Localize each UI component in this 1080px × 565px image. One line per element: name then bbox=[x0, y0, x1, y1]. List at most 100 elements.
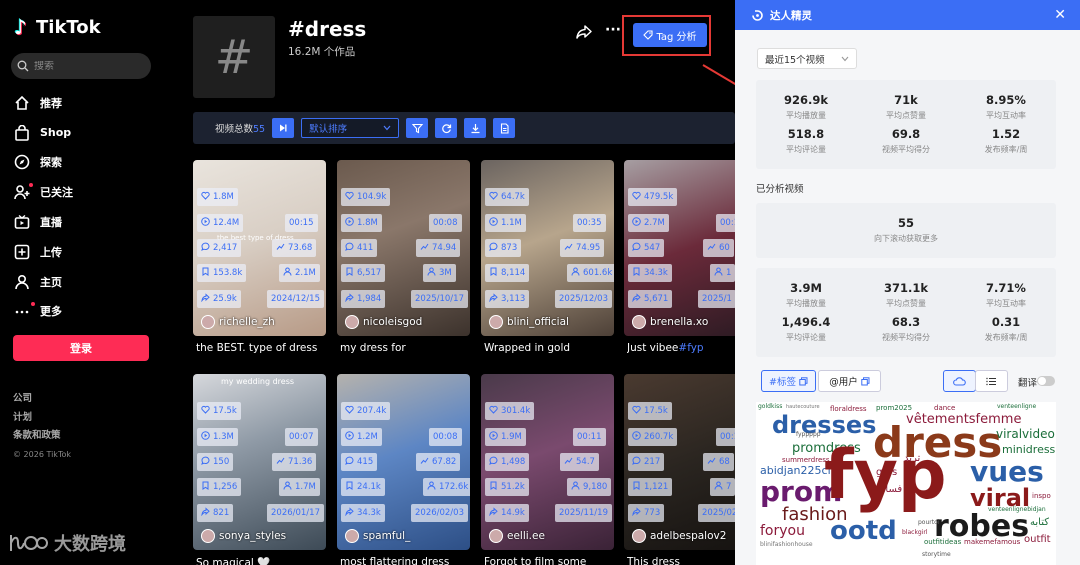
list-view-button[interactable] bbox=[975, 370, 1008, 392]
video-caption[interactable]: So magical 🤍 bbox=[196, 556, 331, 565]
search-box[interactable] bbox=[11, 53, 151, 79]
video-author[interactable]: eelli.ee bbox=[489, 529, 545, 543]
cloud-word[interactable]: vues bbox=[970, 458, 1044, 486]
nav-item-more[interactable]: 更多 bbox=[14, 297, 154, 327]
tag-title: #dress bbox=[288, 17, 367, 41]
video-caption[interactable]: the BEST. type of dress bbox=[196, 342, 331, 354]
video-author[interactable]: blini_official bbox=[489, 315, 569, 329]
footer-link-terms[interactable]: 条款和政策 bbox=[13, 427, 71, 446]
cloud-word[interactable]: summerdress bbox=[782, 457, 830, 464]
nav-item-upload[interactable]: 上传 bbox=[14, 237, 154, 267]
play-icon bbox=[201, 217, 210, 229]
video-caption[interactable]: most flattering dress bbox=[340, 556, 475, 565]
video-caption[interactable]: This dress bbox=[627, 556, 737, 565]
sort-select[interactable]: 默认排序 bbox=[301, 118, 400, 138]
video-author[interactable]: nicoleisgod bbox=[345, 315, 422, 329]
cloud-word[interactable]: venteenligne bbox=[997, 404, 1036, 410]
like-icon bbox=[345, 405, 354, 417]
nav-item-following[interactable]: 已关注 bbox=[14, 177, 154, 207]
share-icon bbox=[489, 507, 498, 519]
video-caption[interactable]: Forgot to film some bbox=[484, 556, 619, 565]
skip-button[interactable] bbox=[272, 118, 295, 138]
caption-hashtag[interactable]: #fyp bbox=[678, 342, 703, 354]
cloud-word[interactable]: outfit bbox=[1024, 535, 1051, 545]
share-icon bbox=[345, 293, 354, 305]
login-button[interactable]: 登录 bbox=[13, 335, 149, 361]
user-icon bbox=[427, 267, 436, 279]
video-card[interactable]: 207.4k 1.2M 00:08 415 67.82 24.1k 172.6k 34.3k 2… bbox=[337, 374, 470, 550]
translate-toggle[interactable] bbox=[1037, 376, 1055, 386]
cloud-word[interactable]: dance bbox=[934, 405, 955, 412]
video-author[interactable]: spamful_ bbox=[345, 529, 410, 543]
nav-item-explore[interactable]: 探索 bbox=[14, 148, 154, 178]
video-author[interactable]: brenella.xo bbox=[632, 315, 708, 329]
cloud-word[interactable]: blinifashionhouse bbox=[760, 542, 813, 548]
summary-grid: 926.9k 平均播放量 71k 平均点赞量 8.95% 平均互动率 518.8 平均评论量 6… bbox=[756, 80, 1056, 169]
video-caption[interactable]: my dress for bbox=[340, 342, 475, 354]
cloud-word[interactable]: ootd bbox=[830, 518, 897, 544]
share-icon[interactable] bbox=[575, 24, 593, 44]
cloud-word[interactable]: hautecouture bbox=[786, 405, 820, 410]
cloud-word[interactable]: foryou bbox=[760, 524, 805, 538]
video-card[interactable]: my wedding dress 17.5k 1.3M 00:07 150 71.36 1,… bbox=[193, 374, 326, 550]
stat-value: 1,496.4 bbox=[781, 315, 831, 329]
video-card[interactable]: 104.9k 1.8M 00:08 411 74.94 6,517 3M 1,984 2025/… bbox=[337, 160, 470, 336]
video-author[interactable]: sonya_styles bbox=[201, 529, 286, 543]
video-score: 68 bbox=[703, 453, 734, 471]
cloud-word[interactable]: goldkiss bbox=[758, 404, 782, 410]
author-name: richelle_zh bbox=[219, 316, 275, 328]
comment-icon bbox=[345, 242, 354, 254]
video-score: 74.94 bbox=[416, 239, 461, 257]
tab-users-label: @用户 bbox=[829, 377, 858, 388]
cloud-word[interactable]: dresses bbox=[772, 413, 876, 437]
refresh-icon bbox=[441, 123, 451, 133]
nav-item-live[interactable]: 直播 bbox=[14, 207, 154, 237]
cloud-word[interactable]: blackgirl bbox=[902, 530, 928, 536]
video-total-count: 55 bbox=[253, 124, 266, 135]
stat-cell: 69.8 视频平均得分 bbox=[856, 127, 956, 155]
video-card[interactable]: the best type of dress 1.8M 12.4M 00:15 2,41… bbox=[193, 160, 326, 336]
cloud-word[interactable]: makemefamous bbox=[964, 539, 1020, 546]
nav-item-foryou[interactable]: 推荐 bbox=[14, 88, 154, 118]
cloud-word[interactable]: storytime bbox=[922, 552, 951, 558]
download-button[interactable] bbox=[464, 118, 487, 138]
close-icon[interactable]: ✕ bbox=[1054, 7, 1066, 23]
stat-cell: 1.52 发布频率/周 bbox=[956, 127, 1056, 155]
avatar bbox=[632, 315, 646, 329]
nav-item-shop[interactable]: Shop bbox=[14, 118, 154, 148]
filter-button[interactable] bbox=[406, 118, 429, 138]
export-button[interactable] bbox=[493, 118, 516, 138]
cloud-word[interactable]: minidress bbox=[1002, 444, 1055, 455]
cloud-view-button[interactable] bbox=[943, 370, 976, 392]
video-caption[interactable]: Just vibee#fyp bbox=[627, 342, 737, 354]
cloud-word[interactable]: outfitideas bbox=[924, 539, 961, 546]
cloud-word[interactable]: fyp bbox=[824, 442, 947, 510]
search-input[interactable] bbox=[34, 60, 134, 72]
cloud-word[interactable]: prom2025 bbox=[876, 405, 912, 412]
cloud-word[interactable]: كتابه bbox=[1030, 518, 1049, 528]
video-card[interactable]: 301.4k 1.9M 00:11 1,498 54.7 51.2k 9,180 14.9k 2… bbox=[481, 374, 614, 550]
video-card[interactable]: 64.7k 1.1M 00:35 873 74.95 8,114 601.6k 3,113 20… bbox=[481, 160, 614, 336]
tiktok-logo[interactable]: TikTok bbox=[14, 15, 101, 39]
cloud-word[interactable]: fyppppp bbox=[796, 432, 821, 438]
panel-header: 达人精灵 ✕ bbox=[735, 0, 1080, 30]
play-icon bbox=[632, 217, 641, 229]
cloud-word[interactable]: pourtoi bbox=[918, 520, 939, 526]
video-caption[interactable]: Wrapped in gold bbox=[484, 342, 619, 354]
play-icon bbox=[201, 431, 210, 443]
video-author[interactable]: adelbespalov2 bbox=[632, 529, 726, 543]
footer-link-company[interactable]: 公司 bbox=[13, 390, 71, 409]
nav-item-profile[interactable]: 主页 bbox=[14, 267, 154, 297]
range-select[interactable]: 最近15个视频 bbox=[757, 48, 857, 69]
refresh-button[interactable] bbox=[435, 118, 458, 138]
video-author[interactable]: richelle_zh bbox=[201, 315, 275, 329]
cloud-word[interactable]: inspo bbox=[1032, 493, 1051, 500]
play-count: 1.1M bbox=[485, 214, 526, 232]
share-count: 1,984 bbox=[341, 290, 386, 308]
tab-users[interactable]: @用户 bbox=[818, 370, 881, 392]
footer-link-program[interactable]: 计划 bbox=[13, 409, 71, 428]
cloud-word[interactable]: viralvideo bbox=[996, 428, 1055, 440]
avatar bbox=[345, 529, 359, 543]
tab-hashtags[interactable]: #标签 bbox=[761, 370, 816, 392]
more-options-icon[interactable]: ··· bbox=[605, 22, 621, 38]
